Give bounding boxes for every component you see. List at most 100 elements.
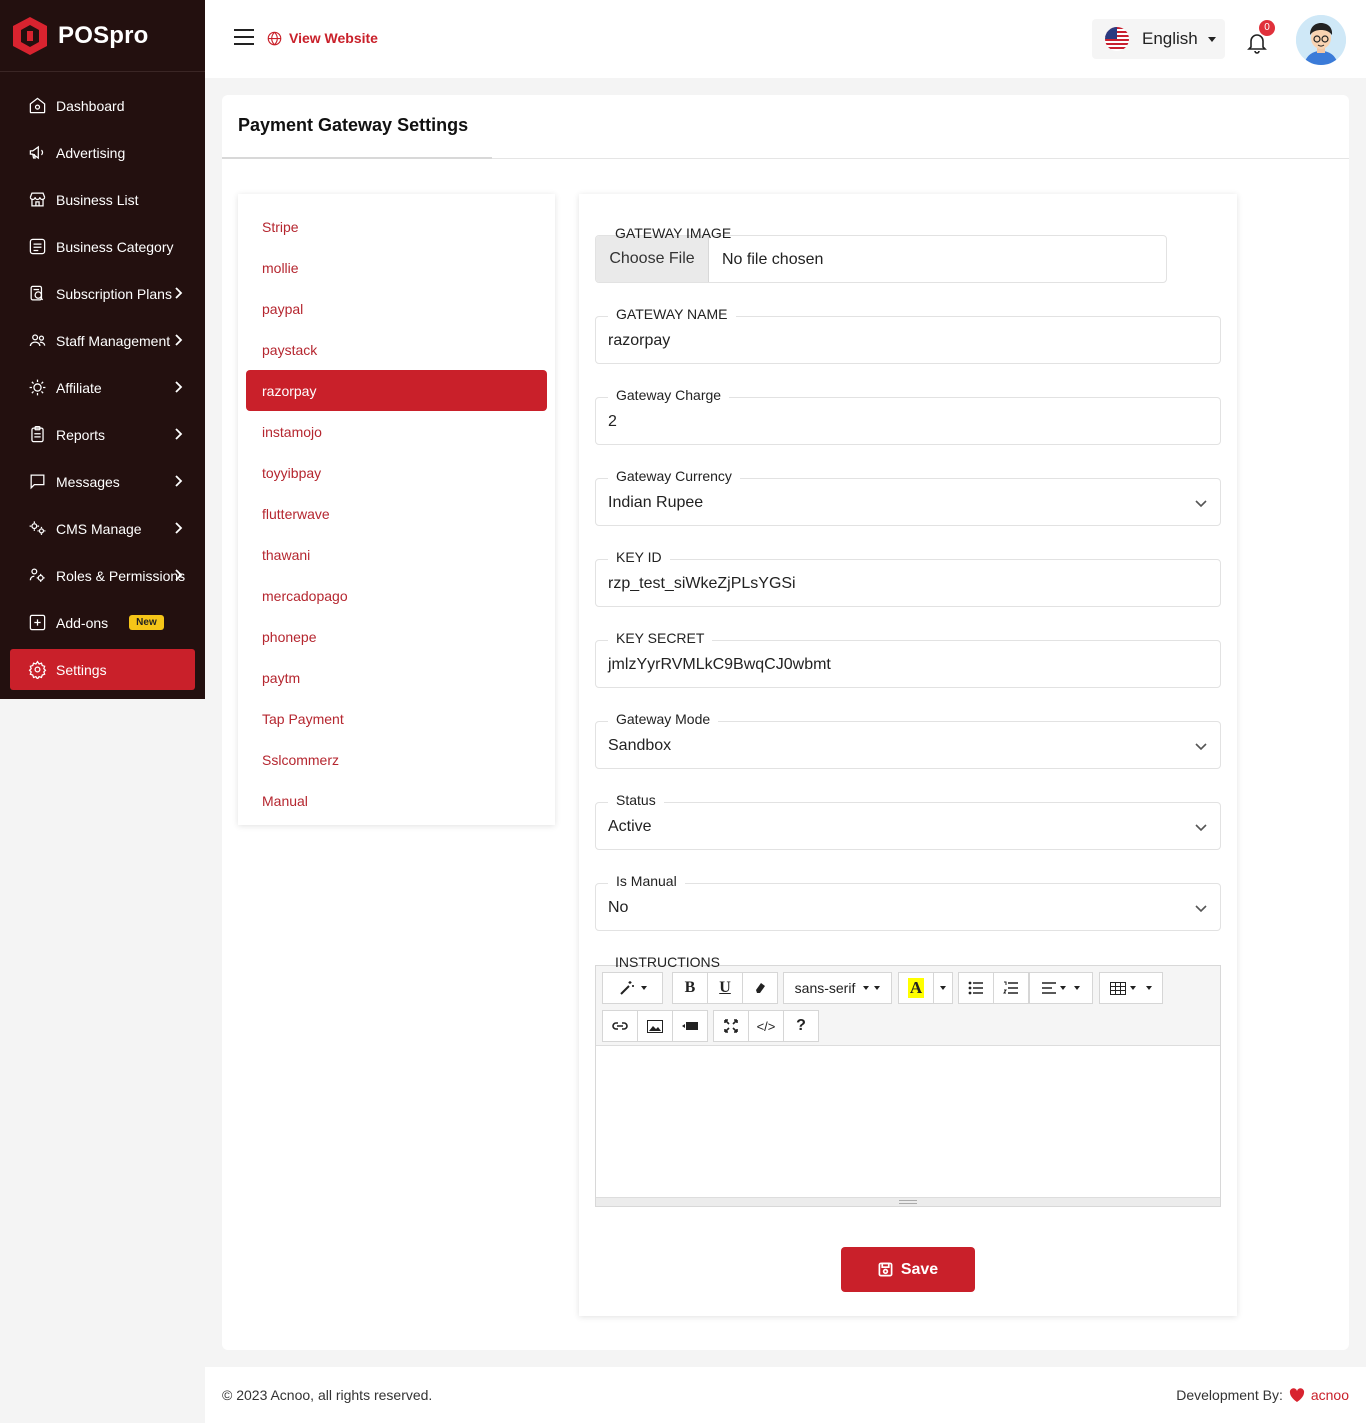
underline-button[interactable]: U: [707, 972, 743, 1004]
gateway-currency-select[interactable]: Gateway Currency Indian Rupee: [595, 468, 1221, 526]
globe-icon: [267, 31, 282, 45]
gateway-name-input[interactable]: GATEWAY NAME razorpay: [595, 306, 1221, 364]
instructions-editable-area[interactable]: [596, 1047, 1220, 1197]
is-manual-select[interactable]: Is Manual No: [595, 873, 1221, 931]
heart-icon: [1289, 1387, 1304, 1402]
gateway-item-flutterwave[interactable]: flutterwave: [246, 493, 547, 534]
gateway-item-stripe[interactable]: Stripe: [246, 206, 547, 247]
table-dropdown[interactable]: [1099, 972, 1163, 1004]
font-family-dropdown[interactable]: sans-serif: [783, 972, 892, 1004]
save-label: Save: [900, 1260, 939, 1278]
gateway-item-paypal[interactable]: paypal: [246, 288, 547, 329]
code-icon: </>: [756, 1018, 776, 1034]
gateway-item-mollie[interactable]: mollie: [246, 247, 547, 288]
sidebar-item-affiliate[interactable]: Affiliate: [10, 367, 195, 408]
us-flag-icon: [1105, 27, 1129, 51]
gateway-item-instamojo[interactable]: instamojo: [246, 411, 547, 452]
gateway-item-sslcommerz[interactable]: Sslcommerz: [246, 739, 547, 780]
roles-icon: [27, 566, 47, 586]
sidebar-item-subscription-plans[interactable]: Subscription Plans: [10, 273, 195, 314]
sidebar-item-dashboard[interactable]: Dashboard: [10, 85, 195, 126]
bullet-list-icon: [968, 981, 983, 995]
badge-icon: [27, 284, 47, 304]
fullscreen-button[interactable]: [713, 1010, 749, 1042]
choose-file-button[interactable]: Choose File: [596, 236, 709, 282]
footer: © 2023 Acnoo, all rights reserved. Devel…: [205, 1367, 1366, 1423]
picture-button[interactable]: [637, 1010, 673, 1042]
view-website-link[interactable]: View Website: [267, 30, 378, 46]
help-button[interactable]: ?: [783, 1010, 819, 1042]
is-manual-label: Is Manual: [608, 873, 685, 889]
gateway-currency-label: Gateway Currency: [608, 468, 740, 484]
sidebar-item-staff-management[interactable]: Staff Management: [10, 320, 195, 361]
align-left-icon: [1042, 982, 1056, 994]
sidebar-item-roles-permissions[interactable]: Roles & Permissions: [10, 555, 195, 596]
topbar: View Website English 0: [205, 0, 1366, 78]
font-family-value: sans-serif: [794, 980, 856, 996]
gateway-item-paytm[interactable]: paytm: [246, 657, 547, 698]
sidebar-item-settings[interactable]: Settings: [10, 649, 195, 690]
gateway-item-mercadopago[interactable]: mercadopago: [246, 575, 547, 616]
language-selector[interactable]: English: [1092, 19, 1225, 59]
key-secret-label: KEY SECRET: [608, 630, 713, 646]
gateway-item-razorpay[interactable]: razorpay: [246, 370, 547, 411]
file-name-text: No file chosen: [722, 251, 824, 268]
link-button[interactable]: [602, 1010, 638, 1042]
sidebar-item-business-category[interactable]: Business Category: [10, 226, 195, 267]
gateway-form: Choose File No file chosen GATEWAY IMAGE…: [579, 194, 1237, 1316]
sidebar-item-business-list[interactable]: Business List: [10, 179, 195, 220]
gateway-item-toyyibpay[interactable]: toyyibpay: [246, 452, 547, 493]
text-color-dropdown[interactable]: [933, 972, 953, 1004]
is-manual-value: No: [608, 899, 629, 916]
clear-format-button[interactable]: [742, 972, 778, 1004]
unordered-list-button[interactable]: [958, 972, 994, 1004]
status-select[interactable]: Status Active: [595, 792, 1221, 850]
code-view-button[interactable]: </>: [748, 1010, 784, 1042]
gateway-item-phonepe[interactable]: phonepe: [246, 616, 547, 657]
paragraph-align-dropdown[interactable]: [1029, 972, 1093, 1004]
resize-grip-icon: [899, 1200, 917, 1204]
notifications-button[interactable]: 0: [1245, 20, 1275, 56]
pospro-logo-icon: [13, 16, 47, 55]
help-icon: ?: [796, 1017, 806, 1034]
status-value: Active: [608, 818, 652, 835]
copyright-text: © 2023 Acnoo, all rights reserved.: [222, 1387, 433, 1403]
chevron-right-icon: [171, 521, 185, 535]
chevron-down-icon: [1194, 496, 1208, 510]
acnoo-link[interactable]: acnoo: [1311, 1387, 1349, 1403]
style-dropdown-button[interactable]: [602, 972, 663, 1004]
floppy-disk-icon: [878, 1262, 893, 1277]
user-avatar[interactable]: [1296, 15, 1346, 65]
sidebar-item-add-ons[interactable]: Add-ons New: [10, 602, 195, 643]
language-label: English: [1142, 29, 1198, 48]
editor-resize-bar[interactable]: [596, 1197, 1220, 1206]
gateway-item-tap-payment[interactable]: Tap Payment: [246, 698, 547, 739]
sidebar-item-reports[interactable]: Reports: [10, 414, 195, 455]
key-secret-input[interactable]: KEY SECRET jmlzYyrRVMLkC9BwqCJ0wbmt: [595, 630, 1221, 688]
gateway-mode-value: Sandbox: [608, 737, 672, 754]
title-underline: [222, 157, 492, 159]
gateway-item-manual[interactable]: Manual: [246, 780, 547, 821]
gateway-mode-select[interactable]: Gateway Mode Sandbox: [595, 711, 1221, 769]
gateway-charge-input[interactable]: Gateway Charge 2: [595, 387, 1221, 445]
menu-toggle-icon[interactable]: [234, 29, 254, 47]
save-button[interactable]: Save: [841, 1247, 975, 1292]
key-id-input[interactable]: KEY ID rzp_test_siWkeZjPLsYGSi: [595, 549, 1221, 607]
text-color-icon: A: [907, 978, 925, 998]
bold-button[interactable]: B: [672, 972, 708, 1004]
users-icon: [27, 331, 47, 351]
key-secret-value: jmlzYyrRVMLkC9BwqCJ0wbmt: [608, 656, 831, 673]
video-icon: [682, 1022, 698, 1030]
sidebar-item-advertising[interactable]: Advertising: [10, 132, 195, 173]
gateway-charge-value: 2: [608, 413, 617, 430]
new-badge: New: [129, 615, 164, 630]
ordered-list-button[interactable]: [993, 972, 1029, 1004]
gateway-image-field[interactable]: Choose File No file chosen: [595, 235, 1167, 283]
sidebar-item-messages[interactable]: Messages: [10, 461, 195, 502]
brand[interactable]: POSpro: [0, 0, 205, 72]
gateway-item-thawani[interactable]: thawani: [246, 534, 547, 575]
sidebar-item-cms-manage[interactable]: CMS Manage: [10, 508, 195, 549]
video-button[interactable]: [672, 1010, 708, 1042]
text-color-button[interactable]: A: [898, 972, 934, 1004]
gateway-item-paystack[interactable]: paystack: [246, 329, 547, 370]
